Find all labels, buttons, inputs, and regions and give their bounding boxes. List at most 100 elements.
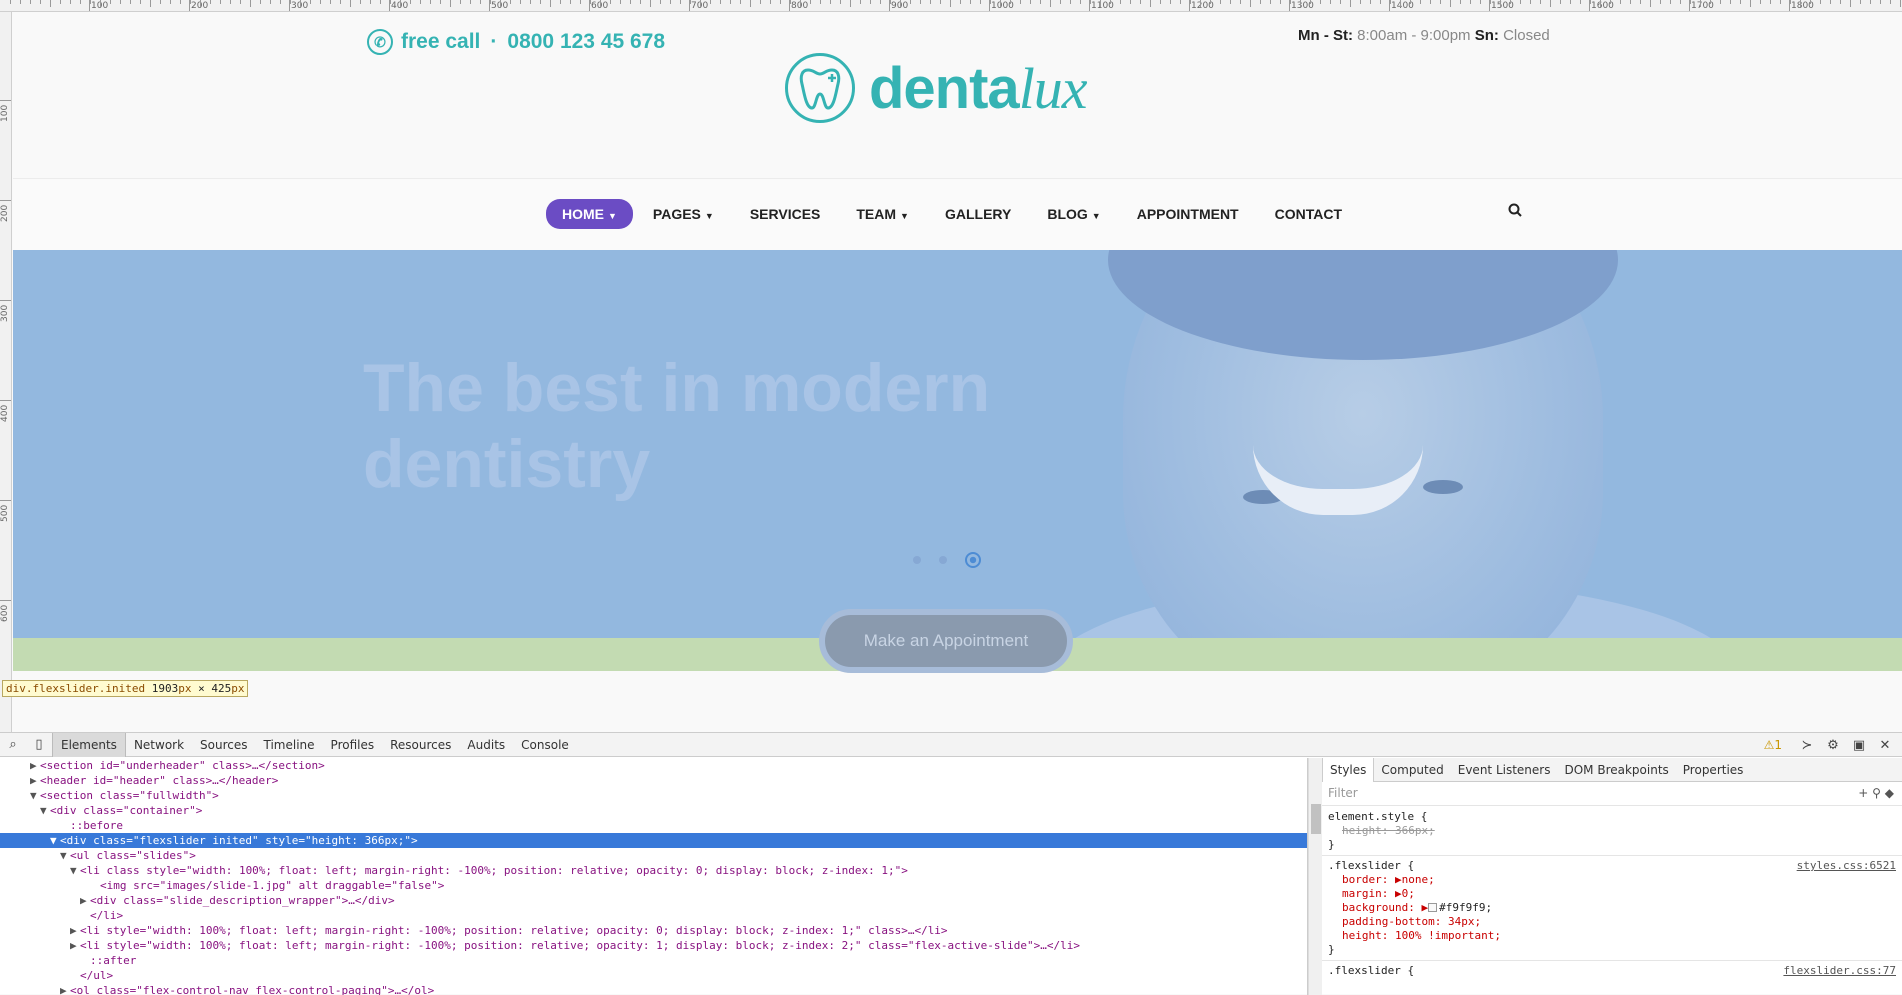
rule-source-link[interactable]: styles.css:6521 [1797, 859, 1896, 873]
collapsed-triangle-icon[interactable]: ▶ [30, 773, 40, 788]
expanded-triangle-icon[interactable]: ▼ [70, 863, 80, 878]
devtools-tab-elements[interactable]: Elements [52, 732, 126, 757]
collapsed-triangle-icon[interactable]: ▶ [70, 938, 80, 953]
nav-item-appointment[interactable]: APPOINTMENT [1121, 199, 1255, 229]
ruler-minor-tick [1000, 0, 1001, 7]
new-rule-icon[interactable]: + [1858, 786, 1868, 800]
dom-tree-node[interactable]: ▼ <div class="container"> [0, 803, 1307, 818]
devtools-tab-resources[interactable]: Resources [382, 733, 459, 757]
nav-item-team[interactable]: TEAM ▼ [840, 199, 925, 229]
slider-dot-2[interactable] [939, 556, 947, 564]
ruler-minor-tick [1830, 0, 1831, 4]
elements-tree[interactable]: ▶ <section id="underheader" class>…</sect… [0, 758, 1308, 995]
nav-item-blog[interactable]: BLOG ▼ [1031, 199, 1116, 229]
devtools-tab-audits[interactable]: Audits [459, 733, 513, 757]
devtools-tab-network[interactable]: Network [126, 733, 192, 757]
nav-item-label: HOME [562, 206, 604, 222]
scrollbar-thumb[interactable] [1311, 804, 1321, 834]
rule-prop-text: margin: ▶0; [1342, 887, 1415, 900]
dom-tree-node[interactable]: ▶ <section id="underheader" class>…</sect… [0, 758, 1307, 773]
elements-scrollbar[interactable] [1308, 758, 1322, 995]
styles-tab-computed[interactable]: Computed [1374, 758, 1450, 782]
dom-tree-node[interactable]: ▶ <li style="width: 100%; float: left; ma… [0, 938, 1307, 953]
toggle-state-icon[interactable]: ◆ [1885, 786, 1894, 800]
collapsed-triangle-icon[interactable]: ▶ [70, 923, 80, 938]
styles-tab-dom-breakpoints[interactable]: DOM Breakpoints [1557, 758, 1675, 782]
device-mode-icon[interactable]: ▯ [26, 737, 52, 752]
devtools-tab-profiles[interactable]: Profiles [323, 733, 383, 757]
ruler-minor-tick [1750, 0, 1751, 7]
rule-selector: element.style { [1328, 810, 1428, 823]
devtools-tab-sources[interactable]: Sources [192, 733, 255, 757]
dom-tree-node[interactable]: ::before [0, 818, 1307, 833]
ruler-minor-tick [240, 0, 241, 4]
expanded-triangle-icon[interactable]: ▼ [60, 848, 70, 863]
slider-dot-1[interactable] [913, 556, 921, 564]
ruler-minor-tick [460, 0, 461, 4]
rule-property[interactable]: padding-bottom: 34px; [1328, 915, 1896, 929]
dom-tree-node[interactable]: ▼ <li class style="width: 100%; float: le… [0, 863, 1307, 878]
close-icon[interactable]: ✕ [1872, 738, 1898, 753]
ruler-minor-tick [1280, 0, 1281, 4]
styles-tab-properties[interactable]: Properties [1676, 758, 1751, 782]
ruler-minor-tick [10, 0, 11, 4]
hero-title: The best in modern dentistry [363, 350, 991, 502]
dom-tree-node[interactable]: ▶ <li style="width: 100%; float: left; ma… [0, 923, 1307, 938]
dock-side-icon[interactable]: ▣ [1846, 738, 1872, 753]
ruler-minor-tick [1520, 0, 1521, 4]
dom-tree-node[interactable]: ::after [0, 953, 1307, 968]
settings-gear-icon[interactable]: ⚙ [1820, 738, 1846, 753]
collapsed-triangle-icon[interactable]: ▶ [30, 758, 40, 773]
nav-item-pages[interactable]: PAGES ▼ [637, 199, 730, 229]
slider-dot-3[interactable] [965, 552, 981, 568]
ruler-minor-tick [250, 0, 251, 7]
devtools-tab-console[interactable]: Console [513, 733, 577, 757]
ruler-minor-tick [1270, 0, 1271, 4]
dom-tree-node[interactable]: ▶ <ol class="flex-control-nav flex-contro… [0, 983, 1307, 995]
console-drawer-icon[interactable]: ≻ [1794, 738, 1820, 753]
dom-tree-node[interactable]: ▼ <section class="fullwidth"> [0, 788, 1307, 803]
ruler-minor-tick [630, 0, 631, 4]
styles-tab-event-listeners[interactable]: Event Listeners [1451, 758, 1558, 782]
rule-property[interactable]: height: 366px; [1328, 824, 1896, 838]
dom-tree-node[interactable]: ▶ <header id="header" class>…</header> [0, 773, 1307, 788]
dom-tree-node[interactable]: </li> [0, 908, 1307, 923]
rule-property[interactable]: border: ▶none; [1328, 873, 1896, 887]
rule-property[interactable]: height: 100% !important; [1328, 929, 1896, 943]
pin-icon[interactable]: ⚲ [1872, 786, 1881, 800]
ruler-minor-tick [1230, 0, 1231, 4]
rule-source-link[interactable]: flexslider.css:77 [1783, 964, 1896, 978]
styles-tab-styles[interactable]: Styles [1322, 757, 1375, 782]
ruler-minor-tick [1800, 0, 1801, 7]
make-appointment-button[interactable]: Make an Appointment [819, 609, 1073, 673]
dom-tree-node[interactable]: ▶ <div class="slide_description_wrapper">… [0, 893, 1307, 908]
warning-count[interactable]: ⚠1 [1764, 738, 1782, 752]
dom-tree-node[interactable]: </ul> [0, 968, 1307, 983]
rule-property[interactable]: background: ▶ #f9f9f9; [1328, 901, 1896, 915]
expanded-triangle-icon[interactable]: ▼ [30, 788, 40, 803]
nav-item-services[interactable]: SERVICES [734, 199, 837, 229]
search-icon[interactable] [1508, 203, 1522, 222]
styles-filter[interactable]: Filter + ⚲ ◆ [1322, 782, 1902, 806]
dom-tree-node[interactable]: ▼ <div class="flexslider inited" style="h… [0, 833, 1307, 848]
color-swatch[interactable] [1428, 903, 1438, 912]
rule-close: } [1328, 838, 1335, 851]
collapsed-triangle-icon[interactable]: ▶ [60, 983, 70, 995]
collapsed-triangle-icon[interactable]: ▶ [80, 893, 90, 908]
logo[interactable]: dentalux [785, 53, 1088, 123]
phone-number[interactable]: 0800 123 45 678 [507, 30, 665, 54]
nav-item-home[interactable]: HOME ▼ [546, 199, 633, 229]
expanded-triangle-icon[interactable]: ▼ [50, 833, 60, 848]
nav-item-contact[interactable]: CONTACT [1259, 199, 1358, 229]
nav-item-gallery[interactable]: GALLERY [929, 199, 1027, 229]
inspect-search-icon[interactable]: ⌕ [0, 737, 26, 752]
dom-tree-node[interactable]: ▼ <ul class="slides"> [0, 848, 1307, 863]
devtools-tab-timeline[interactable]: Timeline [256, 733, 323, 757]
dom-tree-node[interactable]: <img src="images/slide-1.jpg" alt dragga… [0, 878, 1307, 893]
free-call[interactable]: ✆ free call · 0800 123 45 678 [367, 29, 665, 55]
expanded-triangle-icon[interactable]: ▼ [40, 803, 50, 818]
rule-property[interactable]: margin: ▶0; [1328, 887, 1896, 901]
ruler-minor-tick [1010, 0, 1011, 4]
ruler-minor-tick [1480, 0, 1481, 4]
ruler-minor-tick [1220, 0, 1221, 4]
